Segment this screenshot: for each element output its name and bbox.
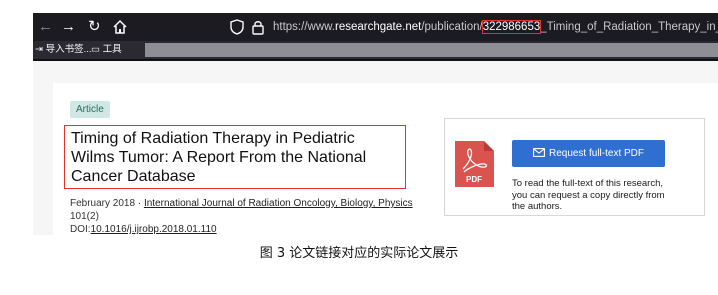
forward-arrow-icon[interactable]: → <box>61 18 76 36</box>
article-meta: February 2018 · International Journal of… <box>70 197 440 235</box>
shield-icon[interactable] <box>230 19 244 35</box>
figure-caption: 图 3 论文链接对应的实际论文展示 <box>259 246 459 261</box>
meta-row-doi: DOI:10.1016/j.ijrobp.2018.01.110 <box>70 223 440 235</box>
back-arrow-icon[interactable]: ← <box>38 18 53 36</box>
article-type-badge: Article <box>70 101 110 118</box>
folder-icon: ▭ <box>91 44 103 55</box>
bookmark-tools-folder[interactable]: ▭ 工具 <box>91 43 122 57</box>
url-publication-id: 322986653 <box>481 20 542 34</box>
request-pdf-label: Request full-text PDF <box>548 148 645 159</box>
url-prefix: https://www. <box>273 21 335 33</box>
browser-screenshot: ← → ↻ https://www.researchgate.net/publi… <box>33 13 718 235</box>
reload-icon[interactable]: ↻ <box>88 18 101 36</box>
bookmark-import-label: 导入书签... <box>45 44 92 55</box>
meta-separator: · <box>135 198 144 209</box>
request-pdf-note: To read the full-text of this research, … <box>512 178 665 212</box>
doi-link[interactable]: 10.1016/j.ijrobp.2018.01.110 <box>91 224 217 235</box>
url-host: researchgate.net <box>335 21 422 33</box>
request-pdf-button[interactable]: Request full-text PDF <box>512 140 665 167</box>
bookmarks-blank-area <box>145 43 718 57</box>
pdf-file-icon: PDF <box>455 141 494 187</box>
bookmarks-bar: ⇥ 导入书签... ▭ 工具 <box>33 41 718 59</box>
home-icon[interactable] <box>112 18 128 36</box>
pub-date: February 2018 <box>70 198 136 209</box>
meta-row-date-journal: February 2018 · International Journal of… <box>70 197 440 210</box>
lock-icon[interactable] <box>251 19 265 35</box>
url-path: /publication/ <box>421 21 483 33</box>
envelope-icon <box>533 148 545 157</box>
import-icon: ⇥ <box>35 44 46 55</box>
journal-link[interactable]: International Journal of Radiation Oncol… <box>144 198 413 209</box>
bookmark-tools-label: 工具 <box>102 44 122 55</box>
title-highlight-box: Timing of Radiation Therapy in Pediatric… <box>64 125 406 189</box>
browser-toolbar: ← → ↻ https://www.researchgate.net/publi… <box>33 13 718 41</box>
request-pdf-panel: PDF Request full-text PDF To read the fu… <box>444 118 705 216</box>
toolbar-divider <box>33 59 718 61</box>
publication-card: Article Timing of Radiation Therapy in P… <box>53 83 718 235</box>
address-bar[interactable]: https://www.researchgate.net/publication… <box>227 17 718 37</box>
bookmark-import[interactable]: ⇥ 导入书签... <box>35 43 92 57</box>
volume: 101(2) <box>70 211 99 222</box>
article-title: Timing of Radiation Therapy in Pediatric… <box>71 130 367 185</box>
url-text: https://www.researchgate.net/publication… <box>273 19 718 35</box>
doi-label: DOI: <box>70 224 91 235</box>
pdf-icon-label: PDF <box>466 175 482 184</box>
url-rest: _Timing_of_Radiation_Therapy_in_Pediatri <box>540 21 718 33</box>
